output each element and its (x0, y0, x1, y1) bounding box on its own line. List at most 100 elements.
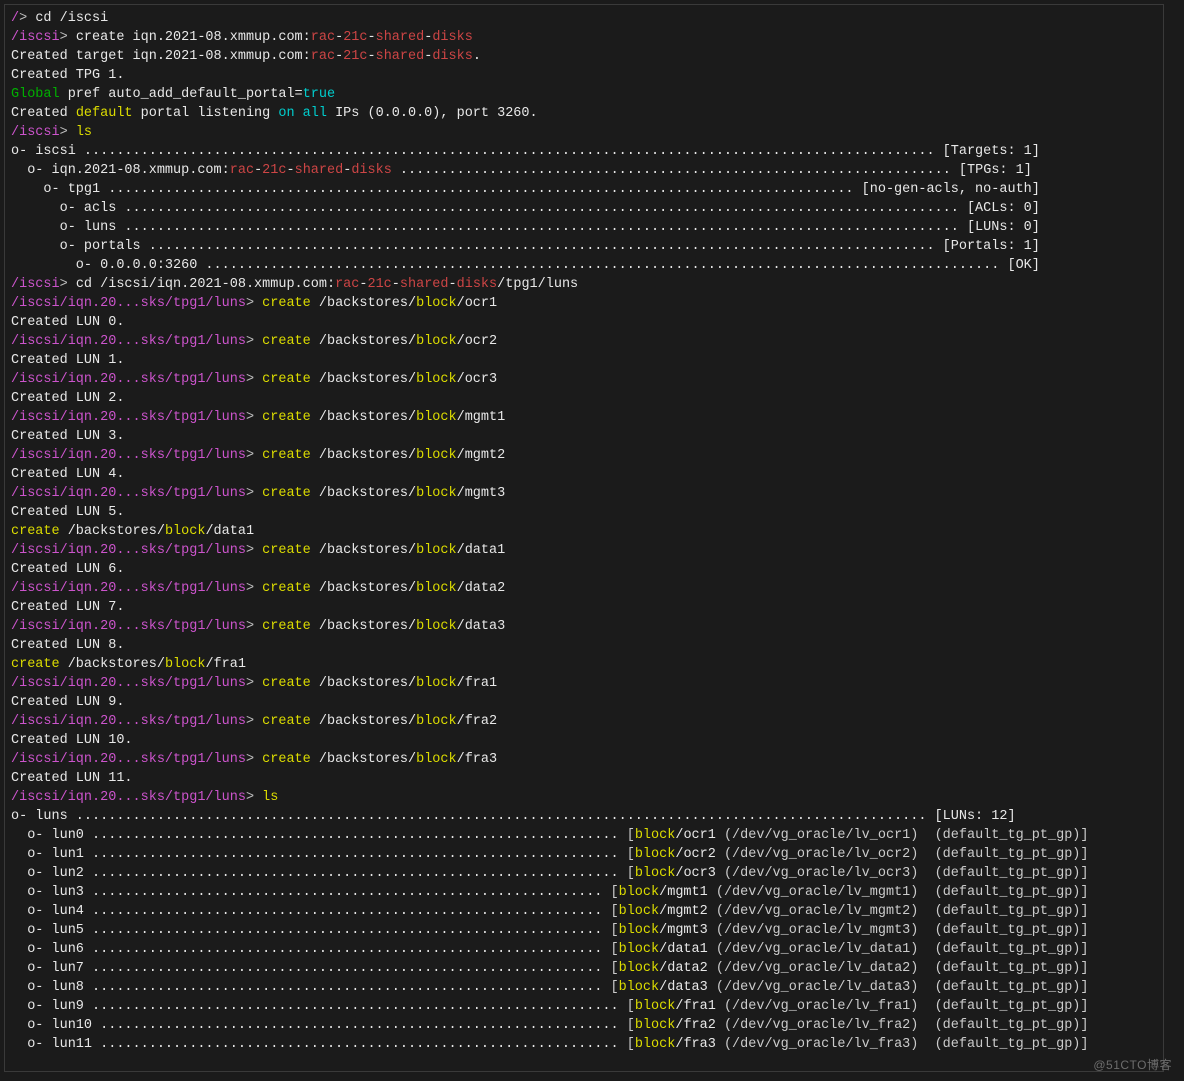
lun-left: o- lun0 ................................… (11, 828, 627, 843)
dash: - (254, 163, 262, 178)
lun-row: o- lun2 ................................… (11, 864, 1157, 883)
dash: - (335, 49, 343, 64)
lun-left: o- lun6 ................................… (11, 942, 611, 957)
msg-created-lun: Created LUN 0. (11, 315, 124, 330)
path-bs: /backstores/ (311, 714, 416, 729)
path-name: /data2 (457, 581, 506, 596)
cmd-create: create (262, 372, 311, 387)
msg-created-lun: Created LUN 10. (11, 733, 133, 748)
prompt-gt: > (246, 296, 262, 311)
blk-name: data1 (667, 942, 708, 957)
lun-row: o- lun11 ...............................… (11, 1035, 1157, 1054)
tgt-shared: shared (376, 49, 425, 64)
terminal[interactable]: /> cd /iscsi/iscsi> create iqn.2021-08.x… (4, 4, 1164, 1072)
cmd-create-target-pre: create iqn.2021-08.xmmup.com: (76, 30, 311, 45)
lun-left: o- lun8 ................................… (11, 980, 611, 995)
prompt-gt: > (60, 277, 76, 292)
prompt-path: /iscsi (11, 277, 60, 292)
lun-left: o- lun4 ................................… (11, 904, 611, 919)
terminal-line: /iscsi/iqn.20...sks/tpg1/luns> create /b… (11, 541, 1157, 560)
cmd-create: create (262, 581, 311, 596)
blk-name: fra1 (683, 999, 715, 1014)
lun-left: o- lun10 ...............................… (11, 1018, 627, 1033)
lun-row: o- lun4 ................................… (11, 902, 1157, 921)
path-block: block (416, 486, 457, 501)
prompt-gt: > (246, 448, 262, 463)
cmd-create: create (262, 714, 311, 729)
lun-row: o- lun5 ................................… (11, 921, 1157, 940)
lun-row: o- lun9 ................................… (11, 997, 1157, 1016)
prompt-gt: > (246, 334, 262, 349)
terminal-line: /iscsi/iqn.20...sks/tpg1/luns> create /b… (11, 408, 1157, 427)
lun-row: o- lun7 ................................… (11, 959, 1157, 978)
lun-left: o- lun2 ................................… (11, 866, 627, 881)
watermark: @51CTO博客 (1093, 1056, 1172, 1075)
blk-name: fra2 (683, 1018, 715, 1033)
path-block: block (165, 524, 206, 539)
path-name: /mgmt1 (457, 410, 506, 425)
prompt-path: /iscsi/iqn.20...sks/tpg1/luns (11, 619, 246, 634)
path-block: block (416, 676, 457, 691)
prompt-gt: > (246, 410, 262, 425)
dash: - (335, 30, 343, 45)
prompt-path: /iscsi/iqn.20...sks/tpg1/luns (11, 543, 246, 558)
terminal-line: Created TPG 1. (11, 66, 1157, 85)
path-name: /data1 (205, 524, 254, 539)
prompt-gt: > (246, 619, 262, 634)
prompt-path: /iscsi/iqn.20...sks/tpg1/luns (11, 372, 246, 387)
path-block: block (165, 657, 206, 672)
dash: - (286, 163, 294, 178)
tree-acls: o- acls ................................… (11, 201, 1040, 216)
prompt-path: /iscsi/iqn.20...sks/tpg1/luns (11, 410, 246, 425)
dash: - (392, 277, 400, 292)
prompt-path: /iscsi/iqn.20...sks/tpg1/luns (11, 581, 246, 596)
terminal-line: Created LUN 1. (11, 351, 1157, 370)
terminal-line: Created target iqn.2021-08.xmmup.com:rac… (11, 47, 1157, 66)
path-name: /fra3 (457, 752, 498, 767)
cmd-create: create (11, 657, 60, 672)
cmd-create: create (262, 448, 311, 463)
terminal-line: Created LUN 10. (11, 731, 1157, 750)
prompt-gt: > (246, 543, 262, 558)
msg-onall: on all (278, 106, 327, 121)
dash: - (368, 30, 376, 45)
blk-name: ocr2 (683, 847, 715, 862)
block-kw: block (635, 999, 676, 1014)
terminal-line: /iscsi/iqn.20...sks/tpg1/luns> create /b… (11, 294, 1157, 313)
lun-left: o- lun1 ................................… (11, 847, 627, 862)
lun-left: o- lun11 ...............................… (11, 1037, 627, 1052)
terminal-line: Global pref auto_add_default_portal=true (11, 85, 1157, 104)
msg-global: Global (11, 87, 60, 102)
terminal-line: /iscsi/iqn.20...sks/tpg1/luns> create /b… (11, 484, 1157, 503)
cmd-create: create (262, 619, 311, 634)
prompt-gt: > (246, 372, 262, 387)
prompt-path: / (11, 11, 19, 26)
blk-name: fra3 (683, 1037, 715, 1052)
tgt-21c: 21c (343, 30, 367, 45)
block-kw: block (619, 885, 660, 900)
prompt-gt: > (246, 752, 262, 767)
lun-left: o- lun3 ................................… (11, 885, 611, 900)
path-bs: /backstores/ (311, 410, 416, 425)
path-name: /fra1 (457, 676, 498, 691)
lun-left: o- lun9 ................................… (11, 999, 627, 1014)
tgt-disks: disks (432, 49, 473, 64)
tree-iscsi: o- iscsi ...............................… (11, 144, 1040, 159)
path-bs: /backstores/ (311, 334, 416, 349)
terminal-line: Created LUN 4. (11, 465, 1157, 484)
msg-default: default (76, 106, 133, 121)
msg-true: true (303, 87, 335, 102)
path-name: /data3 (457, 619, 506, 634)
msg-created-lun: Created LUN 8. (11, 638, 124, 653)
terminal-line: /iscsi> ls (11, 123, 1157, 142)
path-name: /fra1 (205, 657, 246, 672)
tgt-shared: shared (400, 277, 449, 292)
path-block: block (416, 752, 457, 767)
terminal-line: /iscsi/iqn.20...sks/tpg1/luns> ls (11, 788, 1157, 807)
path-block: block (416, 714, 457, 729)
lun-row: o- lun6 ................................… (11, 940, 1157, 959)
terminal-line: /iscsi/iqn.20...sks/tpg1/luns> create /b… (11, 674, 1157, 693)
prompt-gt: > (246, 486, 262, 501)
msg-portal2: portal listening (133, 106, 279, 121)
tree-portals: o- portals .............................… (11, 239, 1040, 254)
